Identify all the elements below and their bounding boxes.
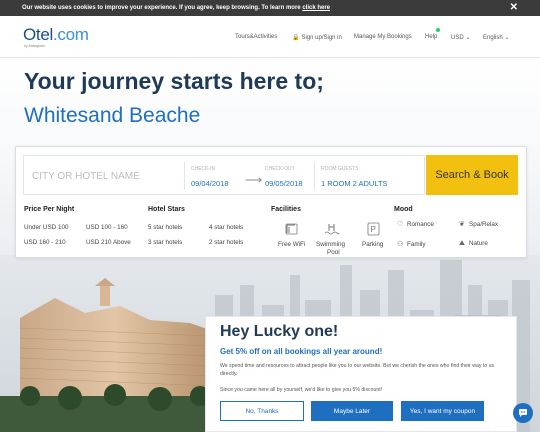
arrow-right-icon: ⟶ bbox=[245, 173, 263, 187]
facility-label: Pool bbox=[327, 249, 340, 256]
chevron-down-icon: ⌄ bbox=[504, 35, 510, 41]
nav-manage-bookings[interactable]: Manage My Bookings bbox=[354, 34, 412, 40]
cookie-text: Our website uses cookies to improve your… bbox=[22, 5, 331, 11]
family-icon: ⚇ bbox=[397, 241, 404, 248]
top-navigation: Otel.com by Metaglobe Tours&Activities 🔒… bbox=[0, 16, 540, 58]
nav-tours-activities[interactable]: Tours&Activities bbox=[235, 34, 277, 40]
popup-discount-note: Since you came here all by yourself, we'… bbox=[220, 387, 383, 393]
notification-dot bbox=[436, 28, 440, 32]
stars-filter-title: Hotel Stars bbox=[148, 206, 185, 213]
star-option[interactable]: 4 star hotels bbox=[209, 224, 243, 231]
facility-label: Parking bbox=[362, 241, 384, 248]
divider bbox=[314, 162, 315, 190]
close-icon[interactable]: ✕ bbox=[510, 2, 518, 13]
lock-icon: 🔒 bbox=[292, 35, 300, 41]
price-option[interactable]: USD 160 - 210 bbox=[24, 239, 66, 246]
popup-description: We spend time and resources to attract p… bbox=[220, 363, 495, 377]
cookie-bar: Our website uses cookies to improve your… bbox=[0, 0, 540, 16]
star-option[interactable]: 2 star hotels bbox=[209, 239, 243, 246]
checkout-label: CHECK-OUT bbox=[265, 166, 295, 172]
nav-help[interactable]: Help bbox=[425, 34, 437, 40]
price-option[interactable]: Under USD 100 bbox=[24, 224, 68, 231]
city-hotel-input[interactable]: CITY OR HOTEL NAME bbox=[32, 171, 140, 182]
room-guests-label: ROOM GUESTS bbox=[321, 166, 359, 172]
hotel-building-image bbox=[0, 278, 220, 432]
checkin-date[interactable]: 09/04/2018 bbox=[191, 179, 229, 188]
hero-title: Your journey starts here to; bbox=[24, 68, 324, 94]
chevron-down-icon: ⌄ bbox=[465, 35, 471, 41]
facilities-filter-title: Facilities bbox=[271, 206, 301, 213]
mood-option-family[interactable]: ⚇ Family bbox=[397, 240, 426, 248]
price-option[interactable]: USD 100 - 160 bbox=[86, 224, 128, 231]
mood-option-romance[interactable]: ♡ Romance bbox=[397, 220, 434, 228]
divider bbox=[184, 162, 185, 190]
heart-icon: ♡ bbox=[397, 221, 404, 228]
mood-option-nature[interactable]: ⛰ Nature bbox=[459, 240, 488, 248]
wifi-icon[interactable] bbox=[284, 222, 300, 236]
popup-offer: Get 5% off on all bookings all year arou… bbox=[220, 347, 383, 356]
star-option[interactable]: 5 star hotels bbox=[148, 224, 182, 231]
checkin-label: CHECK-IN bbox=[191, 166, 216, 172]
mood-filter-title: Mood bbox=[394, 206, 413, 213]
logo-subtitle: by Metaglobe bbox=[24, 44, 46, 48]
room-guests-value[interactable]: 1 ROOM 2 ADULTS bbox=[321, 179, 388, 188]
pool-icon[interactable] bbox=[324, 222, 340, 236]
discount-popup: Hey Lucky one! Get 5% off on all booking… bbox=[205, 316, 517, 432]
price-option[interactable]: USD 210 Above bbox=[86, 239, 131, 246]
logo[interactable]: Otel.com bbox=[23, 25, 89, 45]
popup-title: Hey Lucky one! bbox=[220, 323, 339, 340]
facility-label: Swimming bbox=[316, 241, 346, 248]
cookie-learn-more-link[interactable]: click here bbox=[302, 5, 330, 11]
facility-label: Free WiFi bbox=[278, 241, 306, 248]
search-bar: CITY OR HOTEL NAME CHECK-IN 09/04/2018 ⟶… bbox=[23, 155, 425, 195]
search-panel: CITY OR HOTEL NAME CHECK-IN 09/04/2018 ⟶… bbox=[15, 146, 527, 258]
currency-select[interactable]: USD ⌄ bbox=[451, 34, 470, 41]
star-option[interactable]: 3 star hotels bbox=[148, 239, 182, 246]
mood-option-spa[interactable]: ❦ Spa/Relax bbox=[459, 220, 498, 228]
parking-icon[interactable]: P bbox=[366, 222, 382, 236]
get-coupon-button[interactable]: Yes, I want my coupon bbox=[401, 401, 484, 421]
no-thanks-button[interactable]: No, Thanks bbox=[220, 401, 304, 421]
maybe-later-button[interactable]: Maybe Later bbox=[311, 401, 393, 421]
spa-icon: ❦ bbox=[459, 221, 465, 228]
price-filter-title: Price Per Night bbox=[24, 206, 75, 213]
checkout-date[interactable]: 09/05/2018 bbox=[265, 179, 303, 188]
svg-text:P: P bbox=[371, 225, 376, 234]
language-select[interactable]: English ⌄ bbox=[483, 34, 509, 41]
nav-signin[interactable]: 🔒 Sign up/Sign in bbox=[292, 34, 342, 41]
chat-icon[interactable] bbox=[513, 403, 533, 423]
hero-destination: Whitesand Beache bbox=[24, 104, 201, 127]
search-book-button[interactable]: Search & Book bbox=[426, 155, 518, 195]
mountain-icon: ⛰ bbox=[459, 240, 465, 247]
